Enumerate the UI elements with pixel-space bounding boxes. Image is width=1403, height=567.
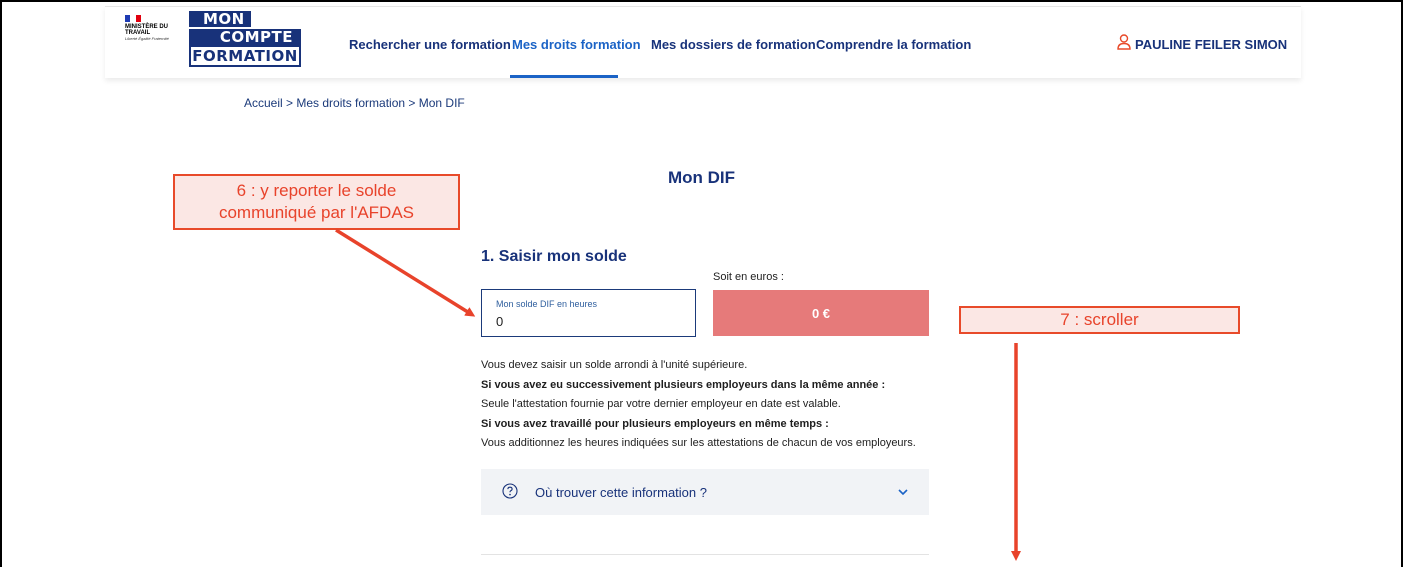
info-line-successive-text: Seule l'attestation fournie par votre de… [481, 398, 841, 410]
ministry-block: MINISTÈRE DU TRAVAIL Liberté Égalité Fra… [125, 15, 185, 41]
info-text: Vous devez saisir un solde arrondi à l'u… [481, 356, 916, 454]
section-divider [481, 554, 929, 555]
logo-line-3: FORMATION [189, 45, 301, 67]
annotation-6-line-1: 6 : y reporter le solde [236, 181, 397, 200]
chevron-down-icon [898, 489, 908, 496]
info-line-simultaneous-heading: Si vous avez travaillé pour plusieurs em… [481, 417, 829, 430]
user-icon[interactable] [1117, 34, 1131, 50]
solde-dif-input[interactable] [496, 314, 676, 329]
nav-mes-dossiers-formation[interactable]: Mes dossiers de formation [651, 37, 816, 52]
nav-comprendre-formation[interactable]: Comprendre la formation [816, 37, 971, 52]
euro-value: 0 € [811, 305, 831, 321]
site-header: MINISTÈRE DU TRAVAIL Liberté Égalité Fra… [105, 6, 1301, 78]
accordion-label: Où trouver cette information ? [535, 485, 707, 500]
breadcrumb[interactable]: Accueil > Mes droits formation > Mon DIF [244, 96, 465, 110]
logo-line-1: MON [189, 11, 251, 27]
euro-value-display: 0 € [713, 290, 929, 336]
question-circle-icon [502, 483, 518, 499]
annotation-7-text: 7 : scroller [1060, 310, 1139, 329]
annotation-callout-step-7: 7 : scroller [959, 306, 1240, 334]
info-line-simultaneous-text: Vous additionnez les heures indiquées su… [481, 437, 916, 449]
info-line-rounding: Vous devez saisir un solde arrondi à l'u… [481, 359, 748, 371]
euros-label: Soit en euros : [713, 271, 784, 283]
section-title: 1. Saisir mon solde [481, 248, 627, 265]
ministry-name: MINISTÈRE DU TRAVAIL [125, 24, 169, 36]
annotation-callout-step-6: 6 : y reporter le solde communiqué par l… [173, 174, 460, 230]
solde-dif-field[interactable]: Mon solde DIF en heures [481, 289, 696, 337]
nav-rechercher-formation[interactable]: Rechercher une formation [349, 37, 511, 52]
logo-line-2: COMPTE [189, 29, 301, 45]
mon-compte-formation-logo[interactable]: MON COMPTE FORMATION [189, 11, 301, 67]
where-to-find-accordion[interactable]: Où trouver cette information ? [481, 469, 929, 515]
active-nav-indicator [510, 75, 618, 78]
french-flag-icon [125, 15, 141, 22]
annotation-6-line-2: communiqué par l'AFDAS [218, 203, 415, 222]
ministry-motto: Liberté Égalité Fraternité [125, 36, 169, 41]
info-line-successive-heading: Si vous avez eu successivement plusieurs… [481, 378, 886, 391]
solde-dif-label: Mon solde DIF en heures [496, 299, 598, 309]
nav-mes-droits-formation[interactable]: Mes droits formation [512, 37, 641, 52]
user-name-link[interactable]: PAULINE FEILER SIMON [1135, 37, 1287, 52]
